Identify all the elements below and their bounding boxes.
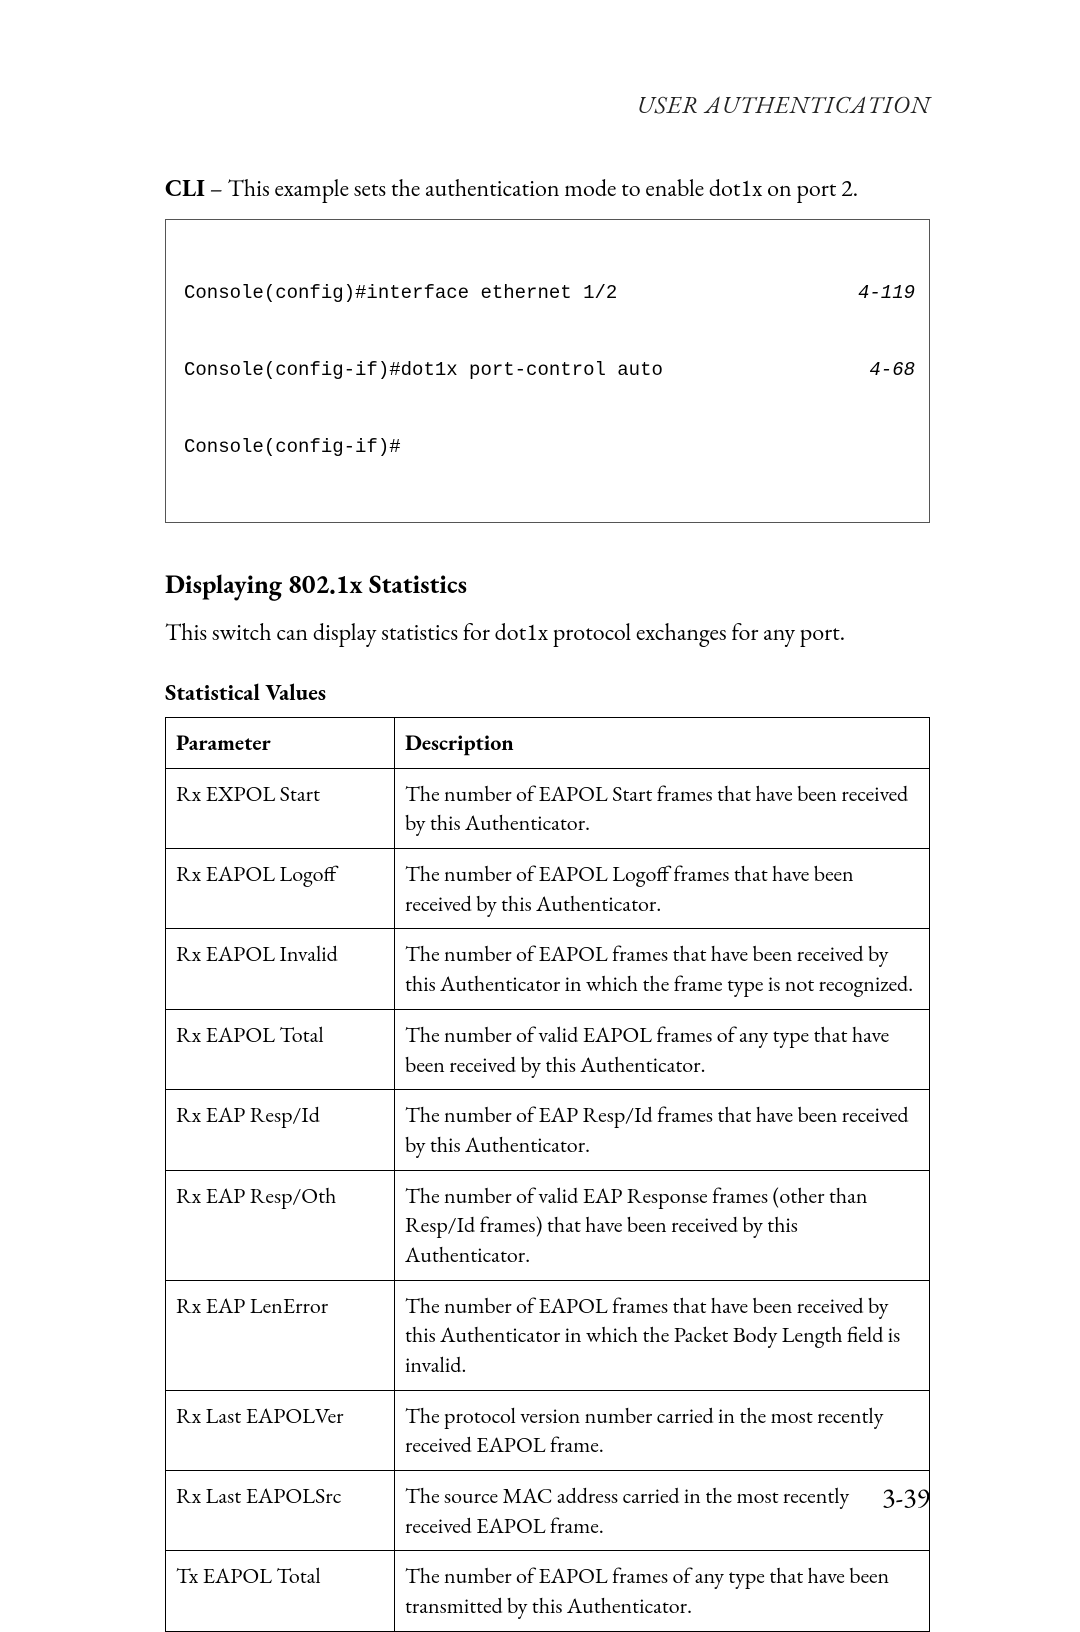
cli-label: CLI — [165, 173, 205, 204]
cell-parameter: Rx EAP Resp/Oth — [166, 1170, 395, 1280]
code-cmd: Console(config)#interface ethernet 1/2 — [184, 281, 617, 307]
cell-description: The source MAC address carried in the mo… — [395, 1471, 930, 1551]
section-heading: Displaying 802.1x Statistics — [165, 567, 930, 601]
statistics-table: Parameter Description Rx EXPOL StartThe … — [165, 717, 930, 1632]
cell-parameter: Rx EAP LenError — [166, 1280, 395, 1390]
cell-parameter: Rx EXPOL Start — [166, 768, 395, 848]
code-ref: 4-119 — [858, 281, 915, 307]
page-container: User Authentication CLI – This example s… — [0, 0, 1080, 1570]
table-row: Tx EAPOL TotalThe number of EAPOL frames… — [166, 1551, 930, 1631]
code-line: Console(config-if)#dot1x port-control au… — [184, 358, 915, 384]
cell-parameter: Rx Last EAPOLSrc — [166, 1471, 395, 1551]
cell-parameter: Tx EAPOL Total — [166, 1551, 395, 1631]
table-row: Rx Last EAPOLSrcThe source MAC address c… — [166, 1471, 930, 1551]
code-line: Console(config-if)# — [184, 435, 915, 461]
cell-parameter: Rx Last EAPOLVer — [166, 1390, 395, 1470]
cell-description: The number of valid EAPOL frames of any … — [395, 1009, 930, 1089]
cell-parameter: Rx EAPOL Total — [166, 1009, 395, 1089]
col-header-parameter: Parameter — [166, 718, 395, 769]
col-header-description: Description — [395, 718, 930, 769]
table-row: Rx EXPOL StartThe number of EAPOL Start … — [166, 768, 930, 848]
section-text: This switch can display statistics for d… — [165, 615, 930, 651]
table-row: Rx EAP Resp/IdThe number of EAP Resp/Id … — [166, 1090, 930, 1170]
table-row: Rx EAP LenErrorThe number of EAPOL frame… — [166, 1280, 930, 1390]
code-cmd: Console(config-if)#dot1x port-control au… — [184, 358, 663, 384]
table-row: Rx EAPOL LogoffThe number of EAPOL Logof… — [166, 849, 930, 929]
cell-parameter: Rx EAPOL Invalid — [166, 929, 395, 1009]
cell-description: The protocol version number carried in t… — [395, 1390, 930, 1470]
page-number: 3-39 — [882, 1480, 930, 1516]
cell-parameter: Rx EAP Resp/Id — [166, 1090, 395, 1170]
code-line: Console(config)#interface ethernet 1/2 4-… — [184, 281, 915, 307]
code-ref: 4-68 — [869, 358, 915, 384]
cell-description: The number of EAPOL frames that have bee… — [395, 929, 930, 1009]
running-header: User Authentication — [165, 90, 930, 121]
subsection-heading: Statistical Values — [165, 677, 930, 707]
code-cmd: Console(config-if)# — [184, 435, 401, 461]
table-row: Rx EAPOL InvalidThe number of EAPOL fram… — [166, 929, 930, 1009]
cell-description: The number of EAPOL Logoff frames that h… — [395, 849, 930, 929]
cli-code-block: Console(config)#interface ethernet 1/2 4-… — [165, 219, 930, 523]
cell-description: The number of EAP Resp/Id frames that ha… — [395, 1090, 930, 1170]
cli-intro-text: – This example sets the authentication m… — [205, 173, 858, 204]
table-row: Rx EAPOL TotalThe number of valid EAPOL … — [166, 1009, 930, 1089]
table-header-row: Parameter Description — [166, 718, 930, 769]
cell-description: The number of valid EAP Response frames … — [395, 1170, 930, 1280]
cell-description: The number of EAPOL Start frames that ha… — [395, 768, 930, 848]
table-row: Rx EAP Resp/OthThe number of valid EAP R… — [166, 1170, 930, 1280]
cell-parameter: Rx EAPOL Logoff — [166, 849, 395, 929]
cell-description: The number of EAPOL frames that have bee… — [395, 1280, 930, 1390]
table-row: Rx Last EAPOLVerThe protocol version num… — [166, 1390, 930, 1470]
intro-paragraph: CLI – This example sets the authenticati… — [165, 171, 930, 207]
cell-description: The number of EAPOL frames of any type t… — [395, 1551, 930, 1631]
